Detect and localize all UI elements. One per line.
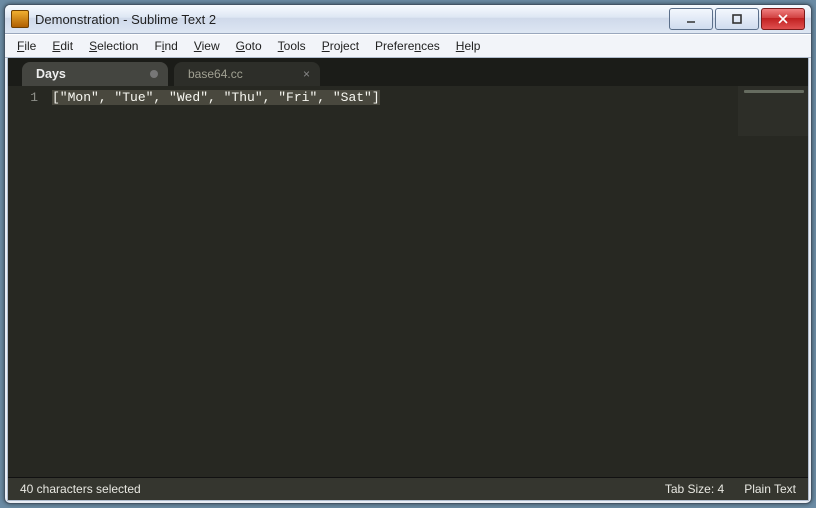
window-title: Demonstration - Sublime Text 2 — [35, 12, 669, 27]
gutter: 1 — [8, 86, 46, 477]
titlebar[interactable]: Demonstration - Sublime Text 2 — [5, 5, 811, 34]
maximize-button[interactable] — [715, 8, 759, 30]
tab-bar: Days base64.cc × — [8, 58, 808, 86]
line-number: 1 — [8, 90, 38, 105]
close-icon — [777, 13, 789, 25]
close-button[interactable] — [761, 8, 805, 30]
menu-goto[interactable]: Goto — [228, 37, 270, 55]
client-area: Days base64.cc × 1 ["Mon", "Tue", "Wed",… — [7, 58, 809, 501]
window: Demonstration - Sublime Text 2 File Edit… — [4, 4, 812, 504]
menu-selection[interactable]: Selection — [81, 37, 146, 55]
minimap-line — [744, 90, 804, 93]
maximize-icon — [731, 13, 743, 25]
status-tab-size[interactable]: Tab Size: 4 — [665, 482, 724, 496]
status-selection: 40 characters selected — [20, 482, 141, 496]
tab-label: base64.cc — [188, 67, 243, 81]
app-icon — [11, 10, 29, 28]
tab-days[interactable]: Days — [22, 62, 168, 86]
code-area[interactable]: ["Mon", "Tue", "Wed", "Thu", "Fri", "Sat… — [46, 86, 808, 477]
menu-tools[interactable]: Tools — [270, 37, 314, 55]
minimap[interactable] — [738, 86, 808, 136]
statusbar: 40 characters selected Tab Size: 4 Plain… — [8, 477, 808, 500]
menu-help[interactable]: Help — [448, 37, 489, 55]
menu-view[interactable]: View — [186, 37, 228, 55]
menu-preferences[interactable]: Preferences — [367, 37, 448, 55]
tab-close-icon[interactable]: × — [303, 68, 310, 80]
tab-base64[interactable]: base64.cc × — [174, 62, 320, 86]
editor[interactable]: 1 ["Mon", "Tue", "Wed", "Thu", "Fri", "S… — [8, 86, 808, 477]
menu-find[interactable]: Find — [146, 37, 185, 55]
window-buttons — [669, 8, 805, 30]
menu-edit[interactable]: Edit — [44, 37, 81, 55]
code-line[interactable]: ["Mon", "Tue", "Wed", "Thu", "Fri", "Sat… — [52, 90, 380, 105]
menubar: File Edit Selection Find View Goto Tools… — [5, 34, 811, 58]
tab-label: Days — [36, 67, 66, 81]
minimize-button[interactable] — [669, 8, 713, 30]
menu-file[interactable]: File — [9, 37, 44, 55]
menu-project[interactable]: Project — [314, 37, 367, 55]
dirty-indicator-icon — [150, 70, 158, 78]
minimize-icon — [685, 13, 697, 25]
status-syntax[interactable]: Plain Text — [744, 482, 796, 496]
